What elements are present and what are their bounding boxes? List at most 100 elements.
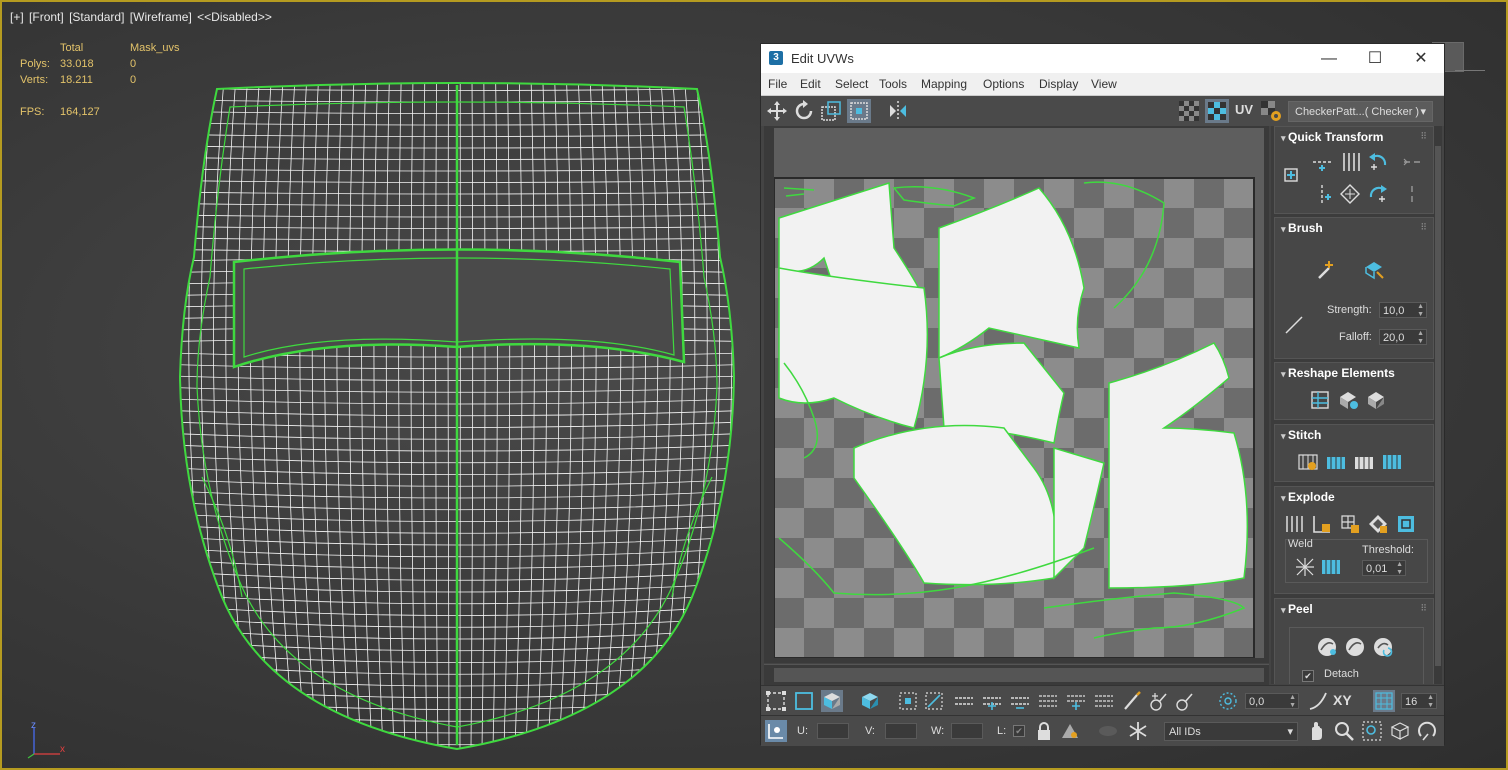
filter-selected-faces-icon[interactable] xyxy=(1059,720,1081,742)
absolute-offset-icon[interactable] xyxy=(765,720,787,742)
angle-snap-icon[interactable] xyxy=(1217,690,1239,712)
lock-icon[interactable] xyxy=(1033,720,1055,742)
viewport-view-front[interactable]: [Front] xyxy=(29,10,64,24)
weld-all-selected-icon[interactable] xyxy=(1395,513,1417,535)
ring-shrink-icon[interactable] xyxy=(1093,690,1115,712)
menu-display[interactable]: Display xyxy=(1039,77,1078,91)
viewport-menu-plus[interactable]: [+] xyxy=(10,10,24,24)
close-button[interactable]: ✕ xyxy=(1398,44,1444,73)
stitch-average-icon[interactable] xyxy=(1353,451,1375,473)
select-edge-icon[interactable] xyxy=(793,690,815,712)
mask-wireframe-mesh[interactable] xyxy=(172,77,742,757)
relax-brush-icon[interactable] xyxy=(1363,258,1385,280)
texture-map-dropdown[interactable]: CheckerPatt...( Checker ) ▾ xyxy=(1288,101,1433,122)
menu-edit[interactable]: Edit xyxy=(800,77,821,91)
threshold-spinner[interactable]: 0,01 ▲ ▼ xyxy=(1362,560,1406,576)
loop-select-icon[interactable] xyxy=(953,690,975,712)
menu-view[interactable]: View xyxy=(1091,77,1117,91)
align-horizontal-icon[interactable] xyxy=(1311,151,1333,173)
drag-handle-icon[interactable]: ⠿ xyxy=(1420,131,1427,142)
viewport-label[interactable]: [+] [Front] [Standard] [Wireframe] <<Dis… xyxy=(10,10,274,24)
paint-select-icon[interactable] xyxy=(1121,690,1143,712)
menu-tools[interactable]: Tools xyxy=(879,77,907,91)
grid-snap-icon[interactable] xyxy=(1373,690,1395,712)
minimize-button[interactable]: — xyxy=(1306,44,1352,73)
flatten-by-material-icon[interactable] xyxy=(1339,513,1361,535)
relax-until-flat-icon[interactable] xyxy=(1337,389,1359,411)
uv-editor-canvas[interactable] xyxy=(774,128,1264,658)
select-face-icon[interactable] xyxy=(821,690,843,712)
material-id-dropdown[interactable]: All IDs ▾ xyxy=(1164,722,1298,741)
peel-mode-icon[interactable] xyxy=(1344,636,1366,658)
grow-selection-icon[interactable] xyxy=(897,690,919,712)
drag-handle-icon[interactable]: ⠿ xyxy=(1420,603,1427,614)
menu-select[interactable]: Select xyxy=(835,77,868,91)
flip-vertical-icon[interactable] xyxy=(1401,183,1423,205)
move-icon[interactable] xyxy=(765,99,789,123)
straighten-icon[interactable] xyxy=(1339,183,1361,205)
freeform-icon[interactable] xyxy=(847,99,871,123)
brush-title[interactable]: Brush xyxy=(1281,221,1323,235)
space-vertical-icon[interactable] xyxy=(1339,151,1361,173)
flatten-custom-icon[interactable] xyxy=(1367,513,1389,535)
peel-title[interactable]: Peel xyxy=(1281,602,1313,616)
xy-axis-toggle[interactable]: XY xyxy=(1333,692,1352,708)
flatten-by-smoothing-icon[interactable] xyxy=(1311,513,1333,535)
viewport-shading-standard[interactable]: [Standard] xyxy=(69,10,124,24)
select-vertex-icon[interactable] xyxy=(765,690,787,712)
weld-selected-icon[interactable] xyxy=(1294,556,1316,578)
lock-checkbox[interactable]: ✔ xyxy=(1013,725,1025,737)
zoom-region-icon[interactable] xyxy=(1361,720,1383,742)
soft-selection-icon[interactable] xyxy=(1307,690,1329,712)
grid-size-spinner[interactable]: 16 ▲ ▼ xyxy=(1401,693,1437,709)
panel-scrollbar[interactable] xyxy=(1434,126,1442,684)
stitch-custom-icon[interactable] xyxy=(1297,451,1319,473)
select-element-icon[interactable] xyxy=(859,690,881,712)
rotate-cw-icon[interactable] xyxy=(1367,183,1389,205)
drag-handle-icon[interactable]: ⠿ xyxy=(1420,222,1427,233)
stitch-to-target-icon[interactable] xyxy=(1381,451,1403,473)
break-icon[interactable] xyxy=(1283,513,1305,535)
checker-toggle-icon[interactable] xyxy=(1177,99,1201,123)
snap-toggle-icon[interactable] xyxy=(1417,720,1439,742)
rotate-ccw-icon[interactable] xyxy=(1367,151,1389,173)
falloff-spinner[interactable]: 20,0 ▲ ▼ xyxy=(1379,329,1427,345)
edit-uvws-window[interactable]: 3 Edit UVWs — ☐ ✕ File Edit Select Tools… xyxy=(760,43,1445,746)
explode-title[interactable]: Explode xyxy=(1281,490,1335,504)
stitch-to-source-icon[interactable] xyxy=(1325,451,1347,473)
quick-transform-title[interactable]: Quick Transform xyxy=(1281,130,1383,144)
maximize-button[interactable]: ☐ xyxy=(1352,44,1398,73)
hide-icon[interactable] xyxy=(1097,720,1119,742)
mirror-icon[interactable] xyxy=(886,99,910,123)
scale-icon[interactable] xyxy=(819,99,843,123)
flip-horizontal-icon[interactable] xyxy=(1401,151,1423,173)
brush-line-icon[interactable] xyxy=(1283,314,1305,336)
ring-grow-icon[interactable] xyxy=(1065,690,1087,712)
v-input[interactable] xyxy=(885,723,917,739)
zoom-extents-icon[interactable] xyxy=(1389,720,1411,742)
angle-spinner[interactable]: 0,0 ▲ ▼ xyxy=(1245,693,1299,709)
u-input[interactable] xyxy=(817,723,849,739)
zoom-icon[interactable] xyxy=(1333,720,1355,742)
viewport-disabled[interactable]: <<Disabled>> xyxy=(197,10,272,24)
w-input[interactable] xyxy=(951,723,983,739)
reset-peel-icon[interactable] xyxy=(1372,636,1394,658)
uv-editor-canvas-area[interactable] xyxy=(764,126,1269,663)
quick-peel-icon[interactable] xyxy=(1316,636,1338,658)
menu-file[interactable]: File xyxy=(768,77,787,91)
window-titlebar[interactable]: 3 Edit UVWs — ☐ ✕ xyxy=(761,44,1444,73)
set-pivot-icon[interactable] xyxy=(1281,165,1303,187)
paint-grow-icon[interactable] xyxy=(1147,690,1169,712)
uv-channel-label[interactable]: UV xyxy=(1235,102,1253,117)
checker-map-icon[interactable] xyxy=(1205,99,1229,123)
rotate-icon[interactable] xyxy=(792,99,816,123)
viewport-mode-wireframe[interactable]: [Wireframe] xyxy=(130,10,192,24)
strength-spinner[interactable]: 10,0 ▲ ▼ xyxy=(1379,302,1427,318)
reshape-elements-title[interactable]: Reshape Elements xyxy=(1281,366,1395,380)
paint-shrink-icon[interactable] xyxy=(1173,690,1195,712)
shrink-selection-icon[interactable] xyxy=(923,690,945,712)
freeze-icon[interactable] xyxy=(1127,720,1149,742)
stitch-title[interactable]: Stitch xyxy=(1281,428,1321,442)
relax-icon[interactable] xyxy=(1365,389,1387,411)
horizontal-scrollbar[interactable] xyxy=(764,664,1269,685)
